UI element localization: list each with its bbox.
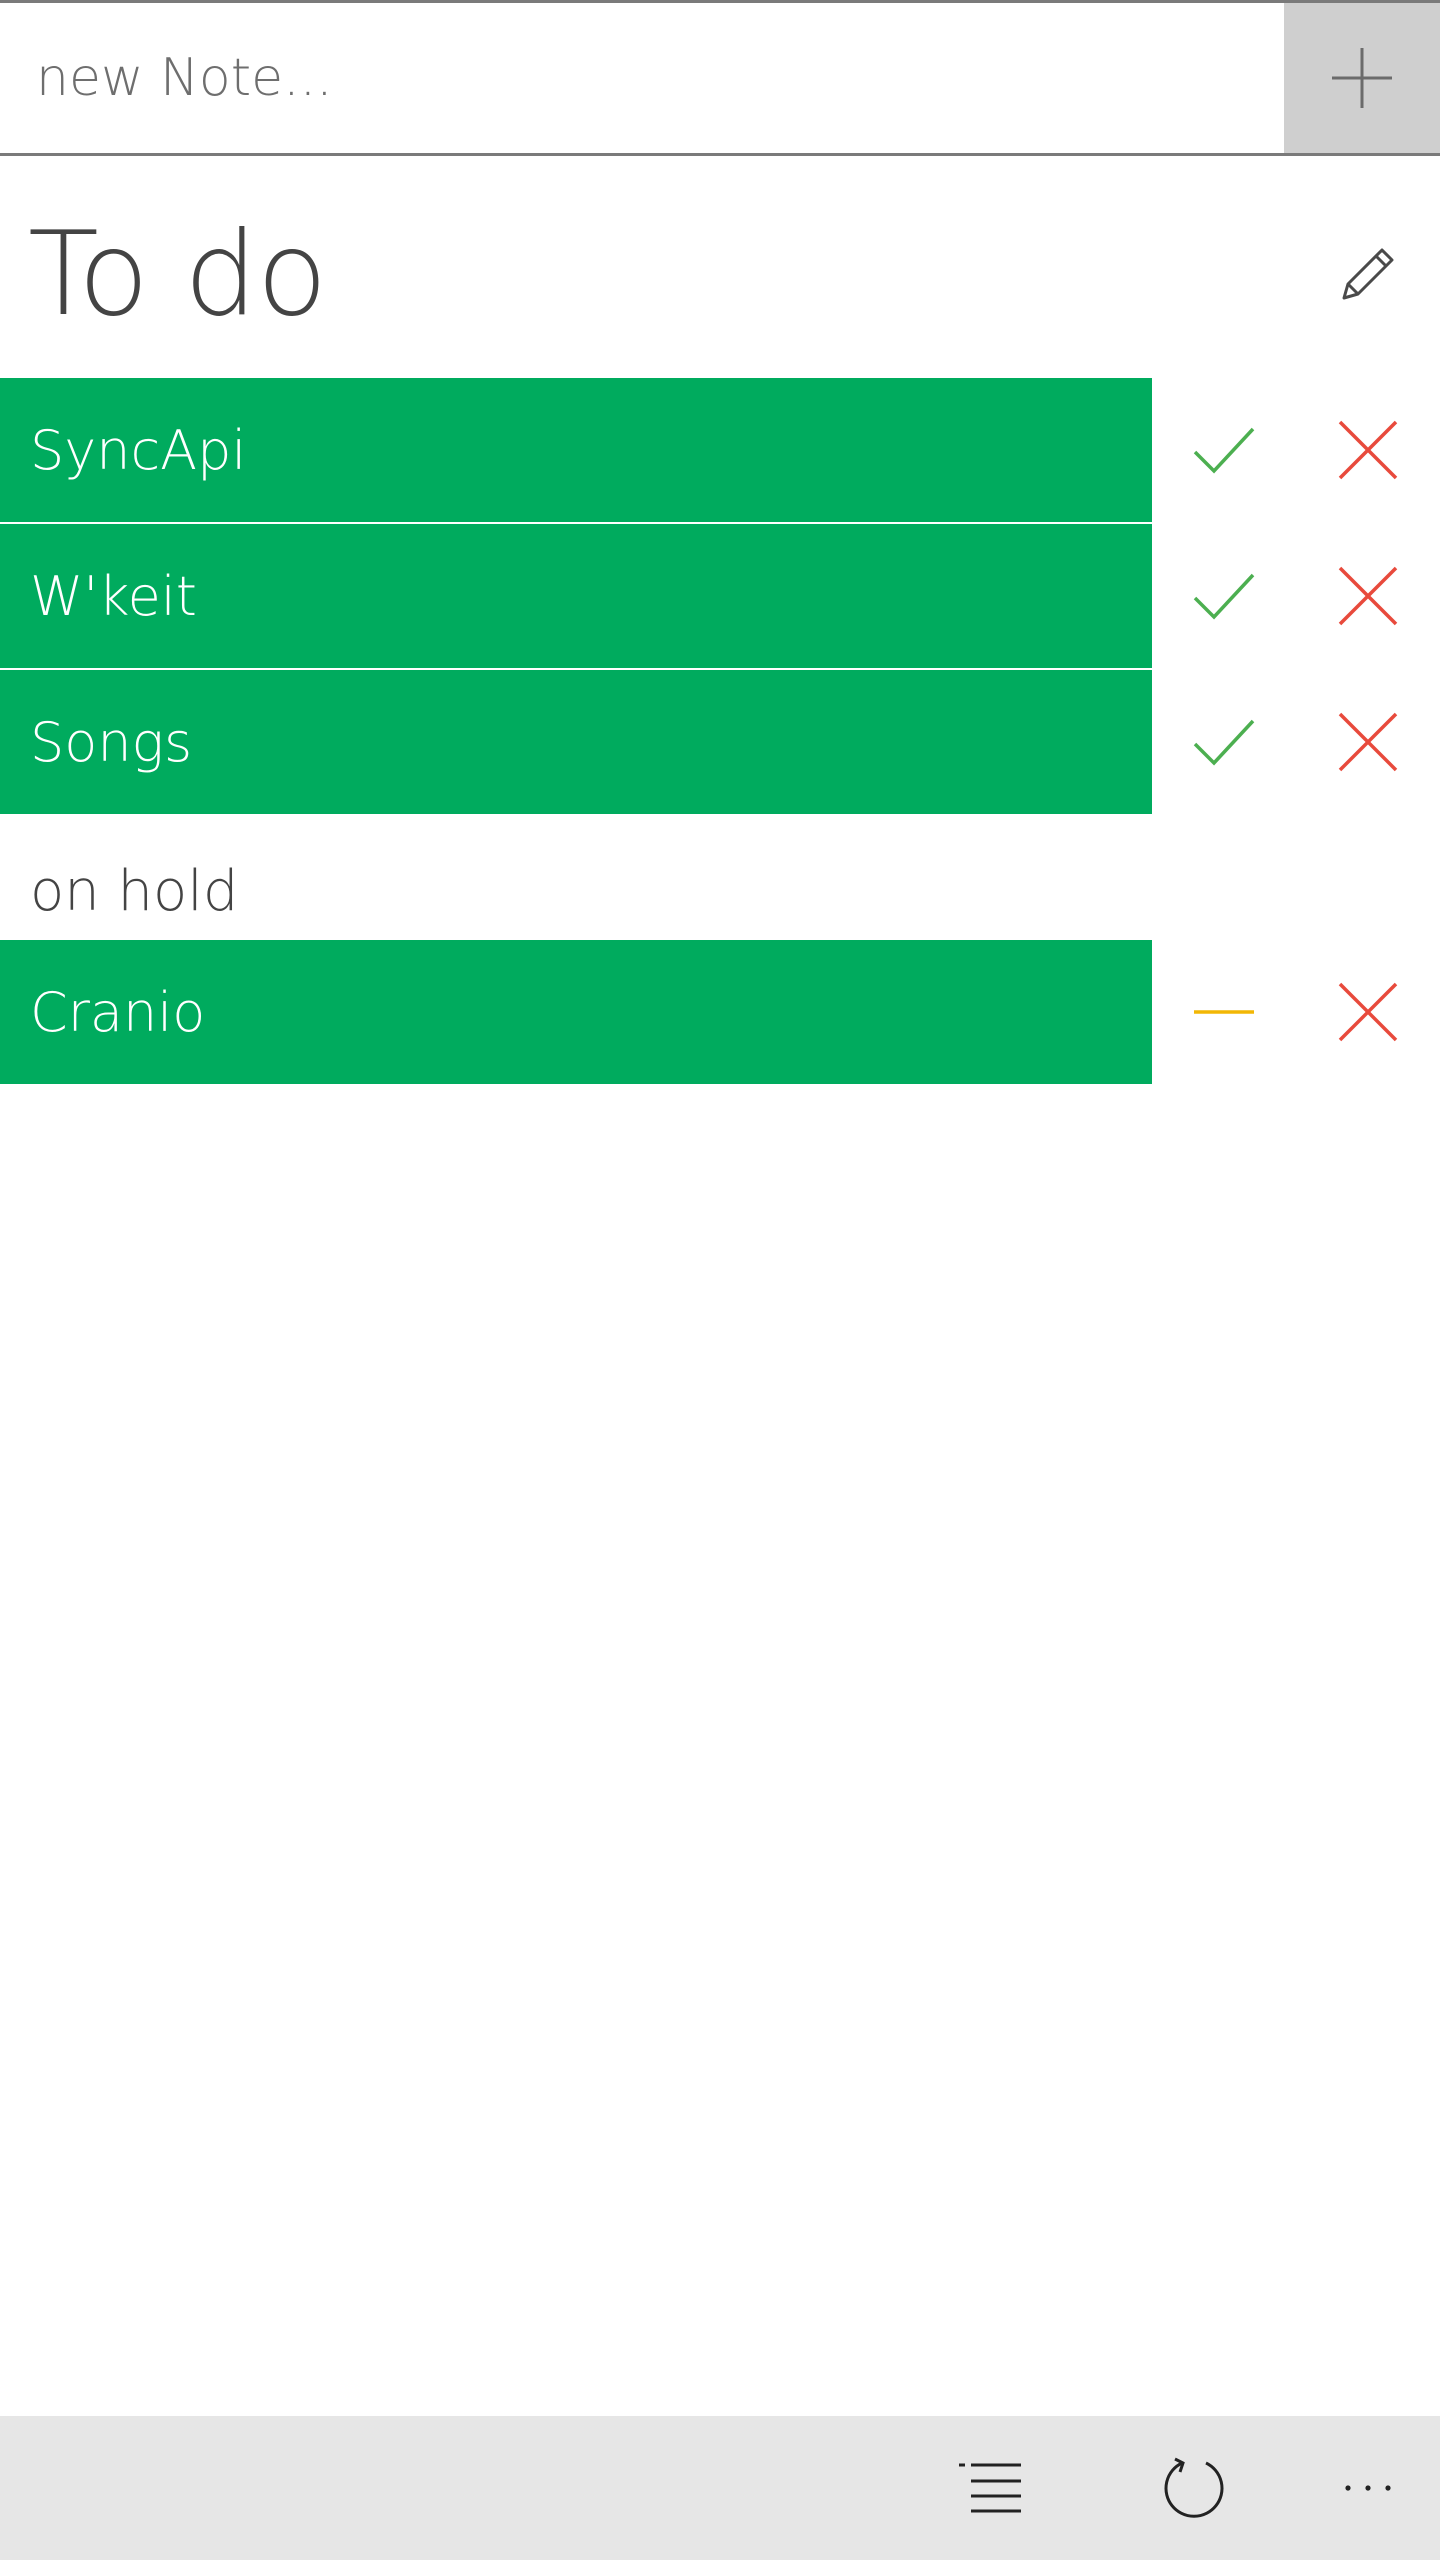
pencil-icon: [1342, 248, 1394, 300]
note-tile[interactable]: SyncApi: [0, 378, 1152, 522]
list-item: SyncApi: [0, 378, 1440, 522]
mark-done-button[interactable]: [1174, 400, 1274, 500]
mark-done-button[interactable]: [1174, 546, 1274, 646]
more-options-button[interactable]: [1318, 2438, 1418, 2538]
page-title: To do: [28, 207, 328, 342]
new-note-bar: [0, 0, 1440, 156]
checkmark-icon: [1193, 719, 1255, 766]
checkmark-icon: [1193, 573, 1255, 620]
delete-button[interactable]: [1318, 400, 1418, 500]
list-item: Cranio: [0, 940, 1440, 1084]
list-icon: [959, 2463, 1021, 2513]
ellipsis-icon: [1345, 2485, 1391, 2491]
delete-button[interactable]: [1318, 692, 1418, 792]
edit-button[interactable]: [1320, 226, 1416, 322]
checkmark-icon: [1193, 427, 1255, 474]
close-icon: [1338, 982, 1398, 1042]
hold-button[interactable]: [1174, 962, 1274, 1062]
new-note-input[interactable]: [0, 3, 1284, 153]
plus-icon: [1332, 48, 1392, 108]
note-tile[interactable]: Cranio: [0, 940, 1152, 1084]
close-icon: [1338, 712, 1398, 772]
refresh-icon: [1164, 2457, 1224, 2518]
note-tile[interactable]: W'keit: [0, 524, 1152, 668]
note-label: Songs: [30, 710, 193, 774]
section-header-on-hold: on hold: [30, 859, 239, 924]
note-label: SyncApi: [30, 418, 247, 482]
list-item: Songs: [0, 670, 1440, 814]
note-label: Cranio: [30, 980, 206, 1044]
add-note-button[interactable]: [1284, 3, 1440, 153]
close-icon: [1338, 420, 1398, 480]
list-view-button[interactable]: [940, 2438, 1040, 2538]
refresh-button[interactable]: [1144, 2438, 1244, 2538]
close-icon: [1338, 566, 1398, 626]
note-label: W'keit: [30, 564, 197, 628]
app-bar: [0, 2416, 1440, 2560]
list-item: W'keit: [0, 524, 1440, 668]
note-tile[interactable]: Songs: [0, 670, 1152, 814]
mark-done-button[interactable]: [1174, 692, 1274, 792]
delete-button[interactable]: [1318, 546, 1418, 646]
delete-button[interactable]: [1318, 962, 1418, 1062]
minus-icon: [1194, 1010, 1254, 1014]
